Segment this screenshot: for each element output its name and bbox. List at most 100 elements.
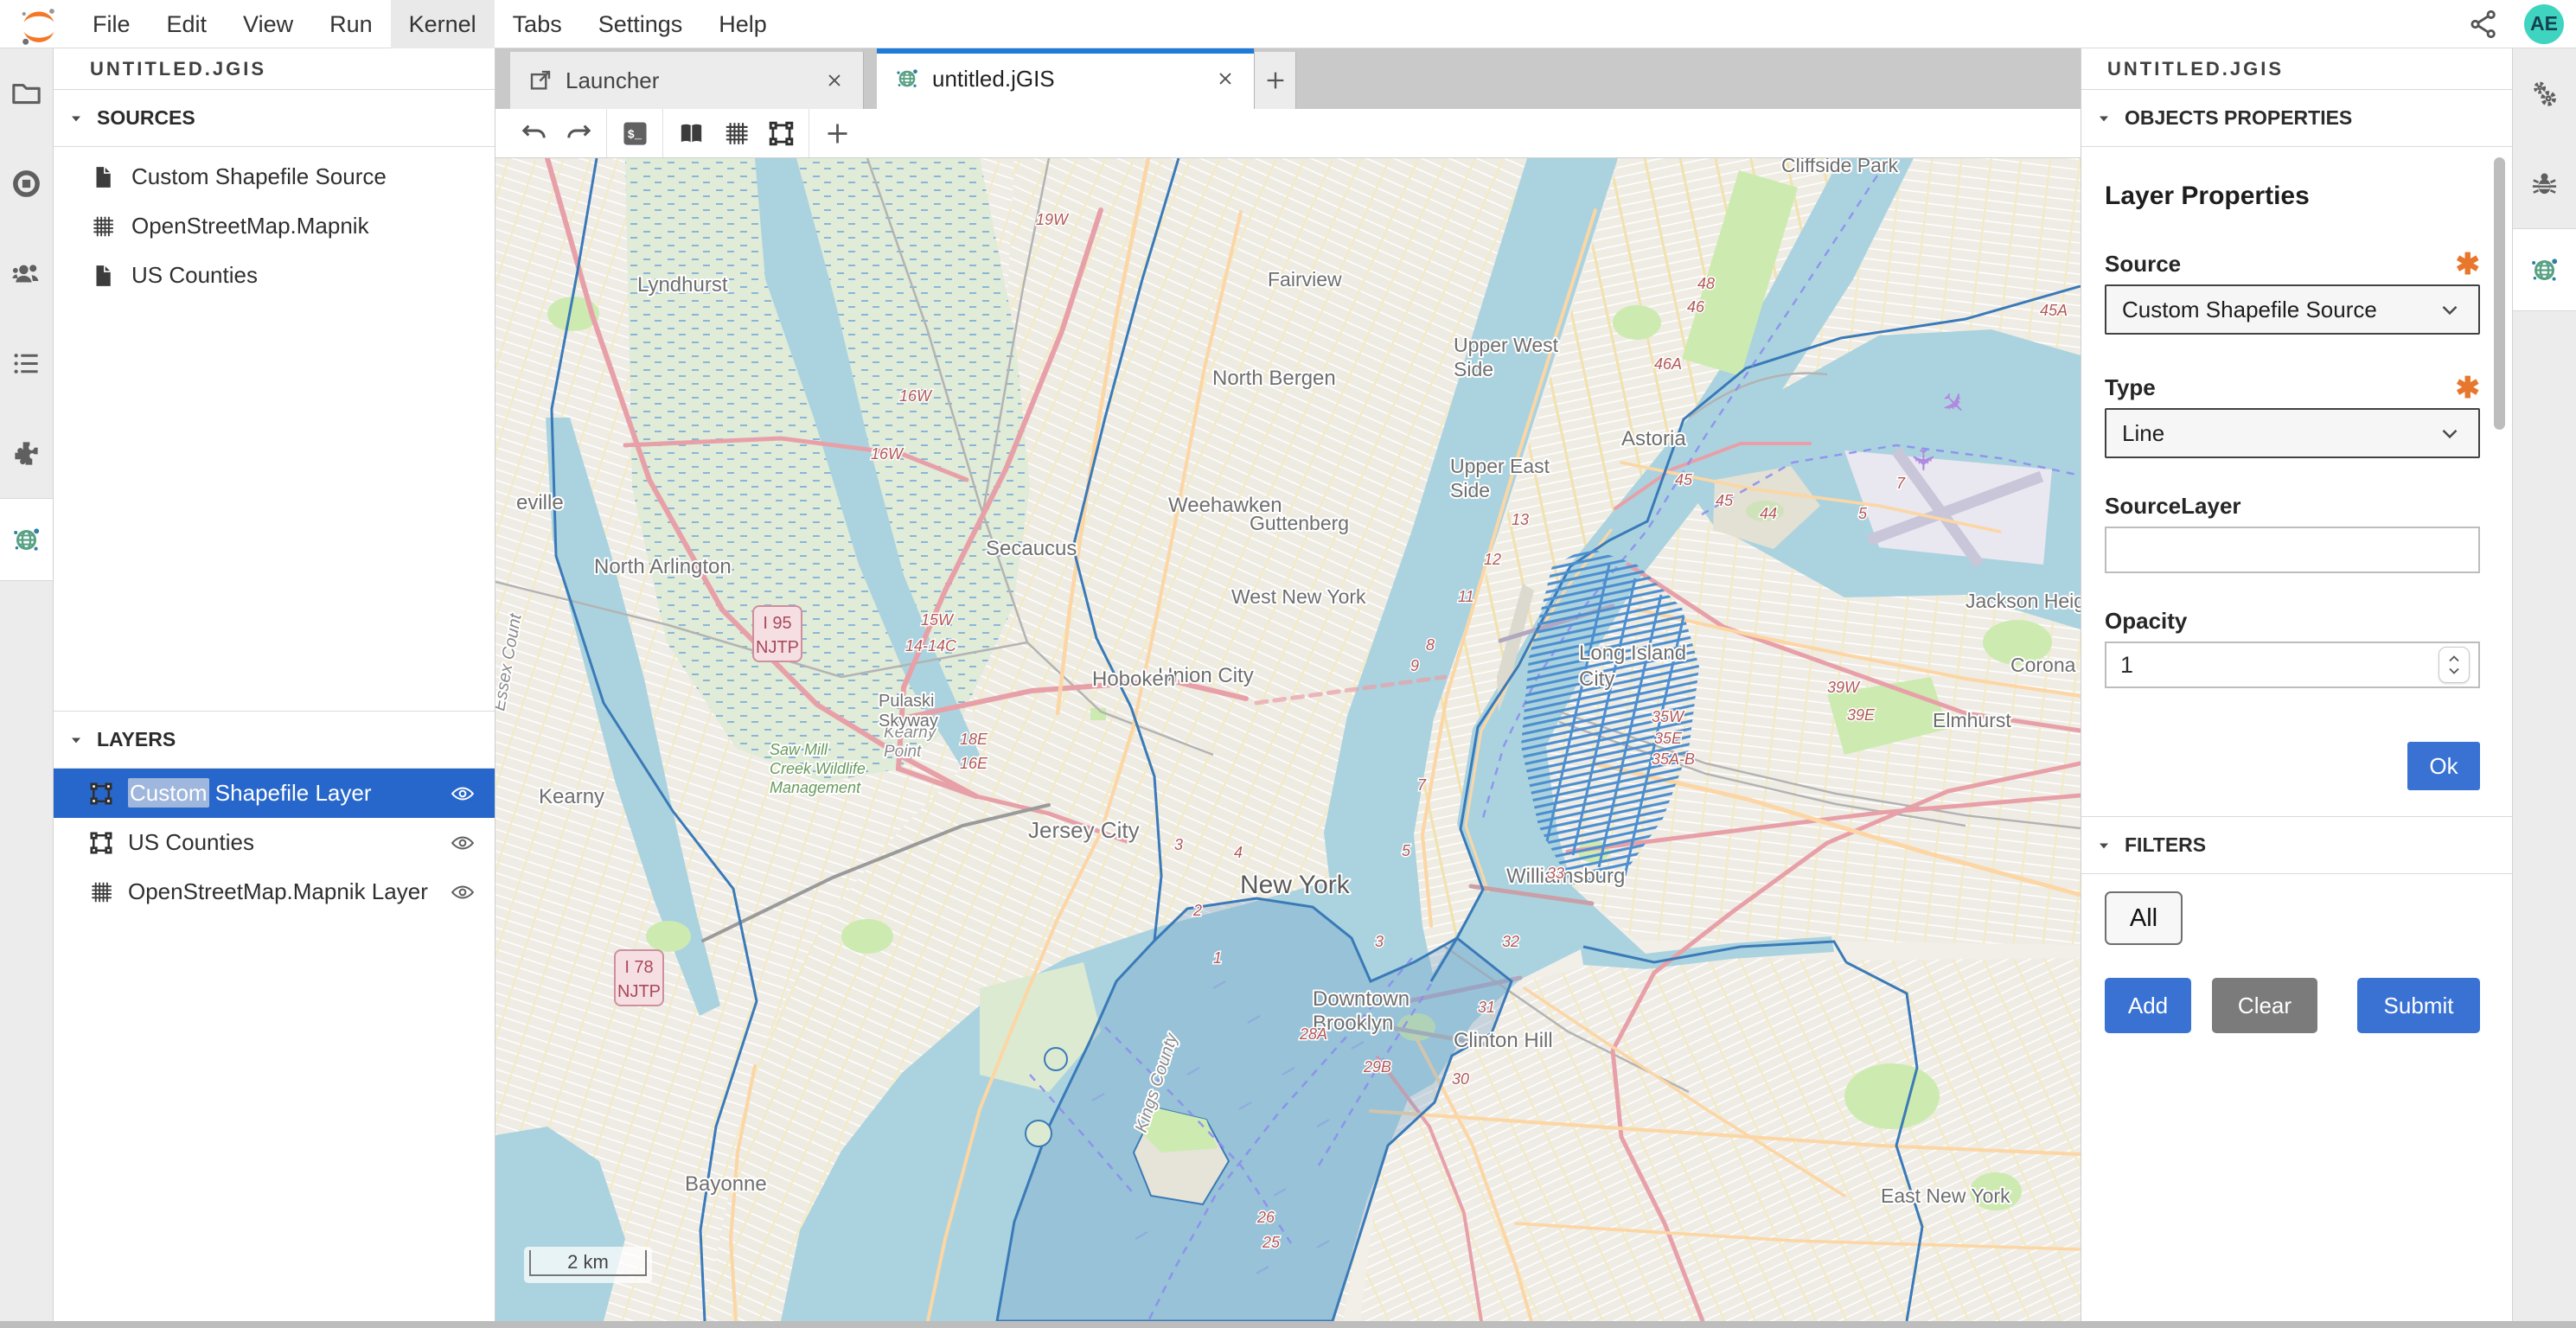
bottom-bar (0, 1321, 2576, 1328)
number-stepper[interactable] (2439, 647, 2470, 683)
close-icon[interactable] (823, 69, 846, 92)
road-exit-label: 18E (960, 731, 988, 748)
source-item[interactable]: OpenStreetMap.Mapnik (54, 201, 495, 251)
road-exit-label: 32 (1502, 933, 1519, 950)
highway-shield-label: NJTP (756, 638, 799, 657)
map-place-label: Secaucus (986, 537, 1077, 560)
eye-visibility-icon[interactable] (450, 781, 476, 807)
running-kernels-icon[interactable] (0, 138, 53, 228)
menu-view[interactable]: View (225, 0, 311, 48)
share-icon[interactable] (2467, 8, 2500, 41)
tab-untitled-jgis[interactable]: untitled.jGIS (877, 48, 1255, 109)
collaborators-icon[interactable] (0, 228, 53, 318)
road-exit-label: 3 (1174, 836, 1183, 853)
gis-globe-icon[interactable] (2513, 228, 2576, 311)
opacity-input-value: 1 (2120, 652, 2133, 679)
right-panel-scrollbar[interactable] (2494, 157, 2505, 430)
road-exit-label: 46A (1654, 355, 1682, 373)
map-place-label: Hoboken (1092, 667, 1175, 691)
opacity-input[interactable]: 1 (2105, 642, 2480, 688)
sources-header-label: SOURCES (97, 106, 195, 130)
airport-plane-icon: ✈ (1906, 448, 1939, 473)
gis-globe-icon[interactable] (0, 498, 53, 581)
folder-icon[interactable] (0, 48, 53, 138)
map-place-label: eville (516, 491, 564, 514)
type-select-value: Line (2122, 420, 2164, 447)
map-place-label: Long Island (1579, 642, 1686, 665)
tab-label: Launcher (566, 67, 789, 94)
source-item[interactable]: Custom Shapefile Source (54, 152, 495, 201)
menu-settings[interactable]: Settings (580, 0, 701, 48)
menu-help[interactable]: Help (700, 0, 785, 48)
road-exit-label: 9 (1410, 657, 1419, 674)
layer-item[interactable]: OpenStreetMap.Mapnik Layer (54, 867, 495, 916)
layers-section-header[interactable]: LAYERS (54, 712, 495, 769)
menu-kernel[interactable]: Kernel (391, 0, 495, 48)
highway-shield-label: I 95 (763, 614, 791, 633)
extensions-icon[interactable] (0, 408, 53, 498)
ok-button[interactable]: Ok (2407, 742, 2480, 790)
source-item-label: OpenStreetMap.Mapnik (131, 213, 369, 239)
road-exit-label: 3 (1375, 933, 1384, 950)
chevron-down-icon (2437, 297, 2463, 322)
source-item[interactable]: US Counties (54, 251, 495, 300)
map-place-label: New York (1240, 871, 1351, 899)
type-select[interactable]: Line (2105, 408, 2480, 458)
caret-down-icon (2095, 110, 2113, 127)
map-place-label: Cliffside Park (1781, 158, 1899, 176)
layer-item-label: US Counties (128, 829, 254, 856)
submit-filter-button[interactable]: Submit (2357, 978, 2480, 1033)
tab-launcher[interactable]: Launcher (510, 52, 864, 109)
sources-list: Custom Shapefile Source OpenStreetMap.Map… (54, 147, 495, 300)
redo-button[interactable] (556, 111, 601, 156)
debugger-bug-icon[interactable] (2513, 138, 2576, 228)
close-icon[interactable] (1214, 67, 1237, 90)
menu-file[interactable]: File (74, 0, 149, 48)
layer-item[interactable]: Custom Shapefile Layer (54, 769, 495, 818)
objects-properties-header[interactable]: OBJECTS PROPERTIES (2081, 90, 2512, 147)
map-place-label: Lyndhurst (637, 273, 728, 297)
eye-visibility-icon[interactable] (450, 879, 476, 905)
menu-edit[interactable]: Edit (149, 0, 226, 48)
tab-label: untitled.jGIS (932, 66, 1179, 93)
type-field-label: Type ✱ (2105, 374, 2480, 401)
add-filter-button[interactable]: Add (2105, 978, 2191, 1033)
menu-run[interactable]: Run (311, 0, 391, 48)
add-button[interactable] (815, 111, 860, 156)
grid-button[interactable] (713, 111, 758, 156)
filter-all-dropdown[interactable]: All (2105, 891, 2183, 945)
map-place-label: Management (770, 779, 861, 796)
map-place-label: North Bergen (1212, 367, 1336, 390)
book-button[interactable] (668, 111, 713, 156)
clear-filter-button[interactable]: Clear (2212, 978, 2317, 1033)
sources-section-header[interactable]: SOURCES (54, 90, 495, 147)
caret-down-icon (2095, 837, 2113, 854)
layers-header-label: LAYERS (97, 728, 176, 751)
undo-button[interactable] (511, 111, 556, 156)
road-exit-label: 25 (1262, 1234, 1281, 1251)
filters-section-header[interactable]: FILTERS (2081, 817, 2512, 874)
road-exit-label: 45 (1675, 471, 1693, 488)
map-canvas[interactable]: Cliffside ParkFairviewLyndhurstNorth Ber… (495, 158, 2081, 1321)
road-exit-label: 28A (1299, 1025, 1327, 1043)
road-exit-label: 26 (1256, 1209, 1275, 1226)
map-place-label: Jackson Heights (1966, 590, 2081, 612)
source-select[interactable]: Custom Shapefile Source (2105, 284, 2480, 335)
terminal-button[interactable]: $_ (612, 111, 657, 156)
new-tab-button[interactable] (1255, 52, 1296, 109)
jupyter-logo-icon (19, 7, 59, 42)
caret-down-icon (67, 110, 85, 127)
sourcelayer-input[interactable] (2105, 527, 2480, 573)
eye-visibility-icon[interactable] (450, 830, 476, 856)
vector-square-button[interactable] (758, 111, 803, 156)
avatar[interactable]: AE (2524, 4, 2564, 44)
layer-item[interactable]: US Counties (54, 818, 495, 867)
property-inspector-gears-icon[interactable] (2513, 48, 2576, 138)
road-exit-label: 7 (1896, 475, 1906, 492)
map-place-label: North Arlington (594, 555, 732, 578)
map-place-label: Bayonne (685, 1172, 767, 1196)
map-place-label: Pulaski (879, 692, 934, 711)
road-exit-label: 33 (1547, 865, 1564, 882)
menu-tabs[interactable]: Tabs (495, 0, 580, 48)
table-of-contents-icon[interactable] (0, 318, 53, 408)
